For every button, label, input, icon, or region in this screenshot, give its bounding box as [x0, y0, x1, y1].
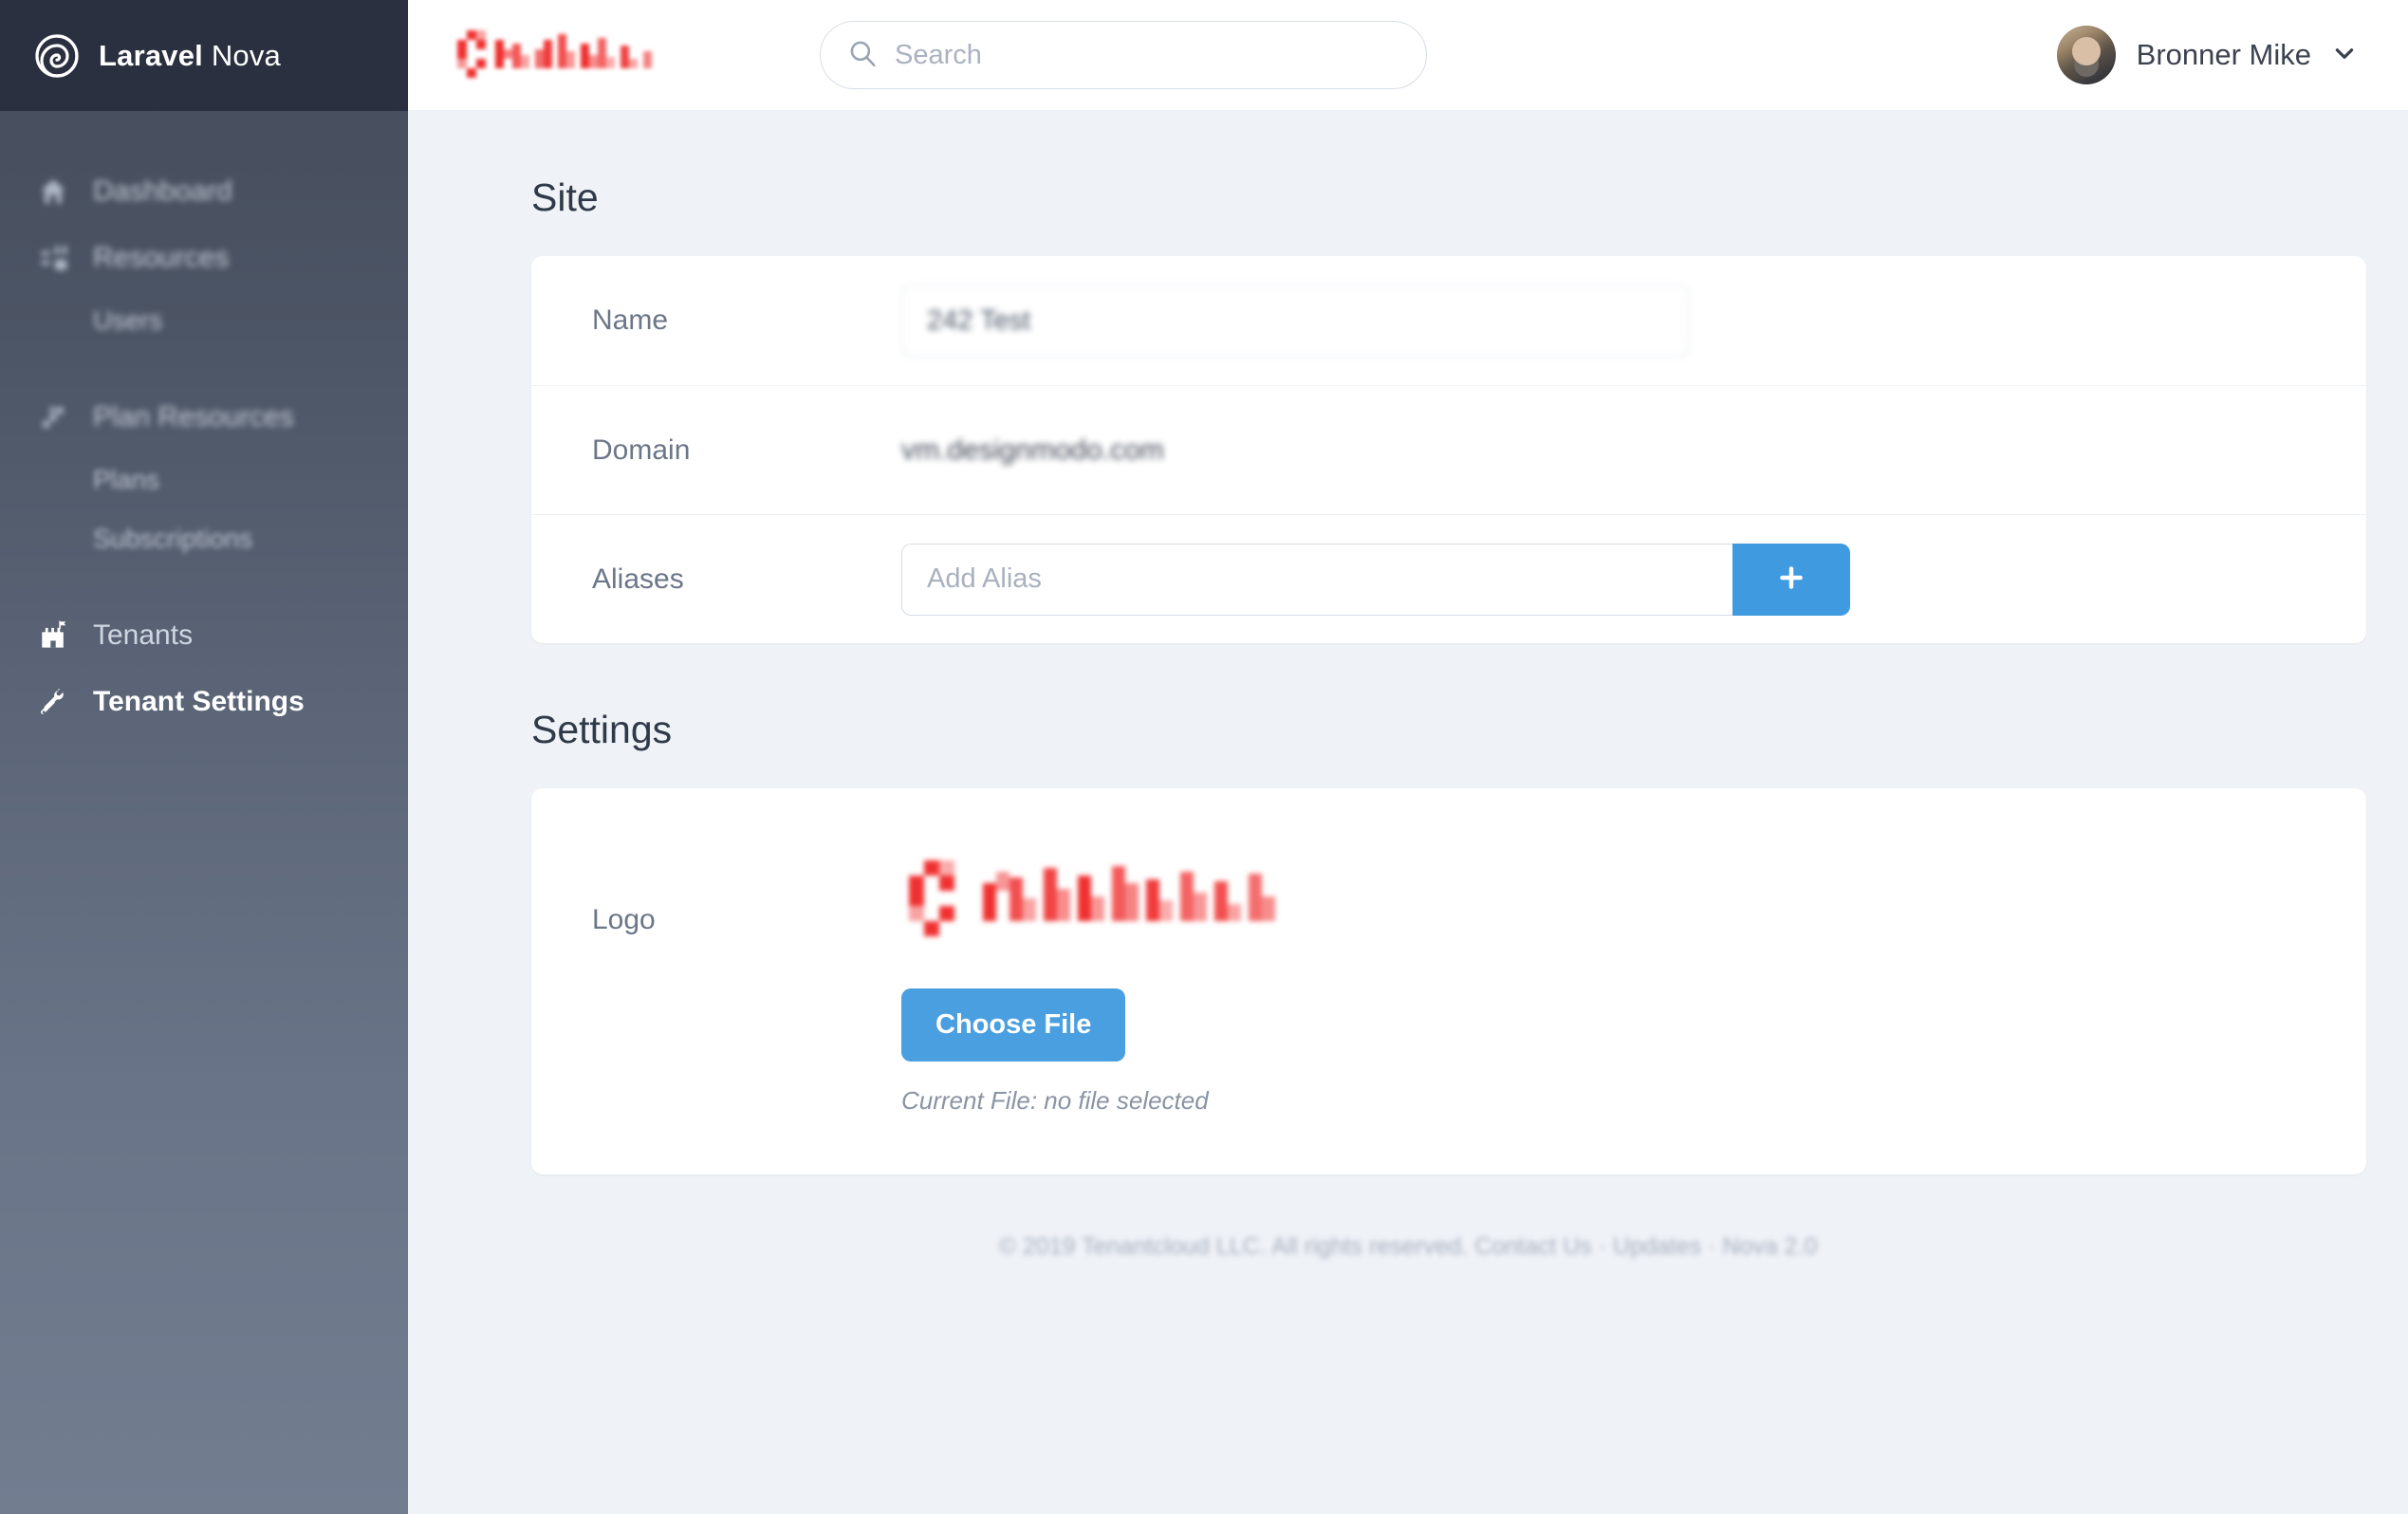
- page-title-settings: Settings: [531, 708, 673, 751]
- search-icon: [847, 38, 878, 73]
- row-domain: Domain vm.designmodo.com: [531, 385, 2366, 514]
- sidebar: Laravel Nova Dashboard Resources Users P…: [0, 0, 408, 1514]
- row-logo: Logo Choose File Current File: no file s…: [531, 788, 2366, 1174]
- sidebar-item-users[interactable]: Users: [0, 291, 408, 350]
- sidebar-item-tenants[interactable]: Tenants: [0, 602, 408, 669]
- site-name-input[interactable]: [901, 285, 1689, 357]
- name-label: Name: [592, 305, 669, 336]
- choose-file-wrap: Choose File: [901, 947, 2309, 1062]
- sidebar-item-dashboard[interactable]: Dashboard: [0, 158, 408, 225]
- search-input[interactable]: [895, 39, 1399, 71]
- sidebar-item-label: Dashboard: [93, 175, 232, 207]
- domain-value: vm.designmodo.com: [901, 434, 1164, 466]
- aliases-label: Aliases: [592, 563, 684, 595]
- sidebar-item-resources[interactable]: Resources: [0, 225, 408, 291]
- choose-file-button[interactable]: Choose File: [901, 988, 1126, 1062]
- current-file-status: Current File: no file selected: [901, 1086, 1209, 1115]
- settings-card: Logo Choose File Current File: no file s…: [531, 788, 2366, 1174]
- puzzle-icon: [34, 398, 72, 436]
- user-name-label: Bronner Mike: [2136, 38, 2311, 71]
- sidebar-item-label: Subscriptions: [93, 524, 253, 553]
- alias-input[interactable]: [901, 543, 1732, 616]
- tenant-logo-redacted-icon: [454, 27, 757, 83]
- plus-icon: [1775, 562, 1807, 597]
- search-box[interactable]: [820, 21, 1427, 89]
- tools-icon: [34, 683, 72, 721]
- page-content: Site Name Domain vm.designmodo.com Alias…: [408, 111, 2408, 1514]
- nova-spiral-logo-icon: [34, 33, 80, 79]
- sidebar-item-plans[interactable]: Plans: [0, 451, 408, 509]
- site-card: Name Domain vm.designmodo.com Aliases: [531, 256, 2366, 643]
- home-icon: [34, 173, 72, 211]
- brand-title-light: Nova: [211, 38, 281, 72]
- logo-field-wrap: Choose File Current File: no file select…: [901, 855, 2366, 1116]
- app-root: Laravel Nova Dashboard Resources Users P…: [0, 0, 2408, 1514]
- sidebar-item-plan-resources[interactable]: Plan Resources: [0, 384, 408, 451]
- user-avatar: [2056, 26, 2116, 84]
- grid-list-icon: [34, 239, 72, 277]
- row-name: Name: [531, 256, 2366, 385]
- row-aliases: Aliases: [531, 514, 2366, 643]
- aliases-field-wrap: [901, 543, 2366, 616]
- sidebar-nav: Dashboard Resources Users Plan Resources…: [0, 111, 408, 735]
- user-menu[interactable]: Bronner Mike: [2056, 26, 2366, 84]
- name-field-wrap: [901, 285, 2366, 357]
- tenant-logo-redacted-icon: [901, 860, 1404, 946]
- brand-title: Laravel Nova: [99, 39, 281, 73]
- page-title-site: Site: [531, 175, 599, 219]
- sidebar-item-label: Plans: [93, 465, 160, 494]
- brand-title-bold: Laravel: [99, 38, 203, 72]
- alias-input-group: [901, 543, 1850, 616]
- sidebar-item-subscriptions[interactable]: Subscriptions: [0, 509, 408, 568]
- page-footer: © 2019 Tenantcloud LLC. All rights reser…: [998, 1233, 1818, 1260]
- sidebar-item-label: Tenant Settings: [93, 686, 305, 717]
- logo-label: Logo: [592, 904, 656, 935]
- sidebar-item-label: Plan Resources: [93, 401, 294, 433]
- brand-header[interactable]: Laravel Nova: [0, 0, 408, 111]
- castle-icon: [34, 617, 72, 655]
- topbar: Bronner Mike: [408, 0, 2408, 111]
- sidebar-item-label: Resources: [93, 242, 230, 273]
- domain-field-wrap: vm.designmodo.com: [901, 434, 2366, 467]
- domain-label: Domain: [592, 434, 691, 466]
- sidebar-item-label: Tenants: [93, 619, 194, 651]
- sidebar-item-tenant-settings[interactable]: Tenant Settings: [0, 669, 408, 735]
- main-region: Bronner Mike Site Name Domain: [408, 0, 2408, 1514]
- chevron-down-icon[interactable]: [2332, 41, 2357, 70]
- add-alias-button[interactable]: [1732, 543, 1850, 616]
- sidebar-item-label: Users: [93, 305, 163, 335]
